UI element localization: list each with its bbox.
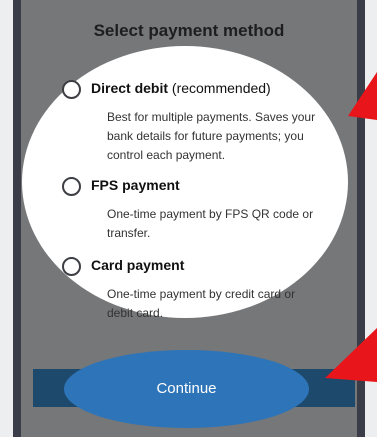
continue-button-label: Continue <box>156 380 217 397</box>
option-direct-debit-label: Direct debit (recommended) <box>91 80 271 96</box>
dialog-title: Select payment method <box>93 21 285 40</box>
radio-card[interactable] <box>62 257 81 276</box>
option-card-description: One-time payment by credit card or debit… <box>107 285 317 323</box>
red-arrow-icon <box>348 72 377 120</box>
option-card-label: Card payment <box>91 257 184 273</box>
radio-fps[interactable] <box>62 177 81 196</box>
radio-direct-debit[interactable] <box>62 80 81 99</box>
description-line: One-time payment by credit card or <box>107 287 296 301</box>
description-line: One-time payment by FPS QR code or <box>107 207 314 221</box>
arrow-head-shape <box>348 72 377 120</box>
description-line: transfer. <box>107 226 151 240</box>
option-fps-name: FPS payment <box>91 177 180 193</box>
option-direct-debit-description: Best for multiple payments. Saves your b… <box>107 108 317 165</box>
description-line: bank details for future payments; you <box>107 129 304 143</box>
red-arrow-icon <box>325 328 377 382</box>
arrow-head-shape <box>325 328 377 382</box>
option-fps-description: One-time payment by FPS QR code or trans… <box>107 205 317 243</box>
description-line: control each payment. <box>107 148 226 162</box>
option-direct-debit-name: Direct debit <box>91 80 169 96</box>
description-line: debit card. <box>107 306 164 320</box>
option-fps-label: FPS payment <box>91 177 180 193</box>
description-line: Best for multiple payments. Saves your <box>107 110 316 124</box>
window-frame-left <box>13 0 21 437</box>
option-direct-debit-suffix: (recommended) <box>171 80 271 96</box>
option-card-name: Card payment <box>91 257 185 273</box>
